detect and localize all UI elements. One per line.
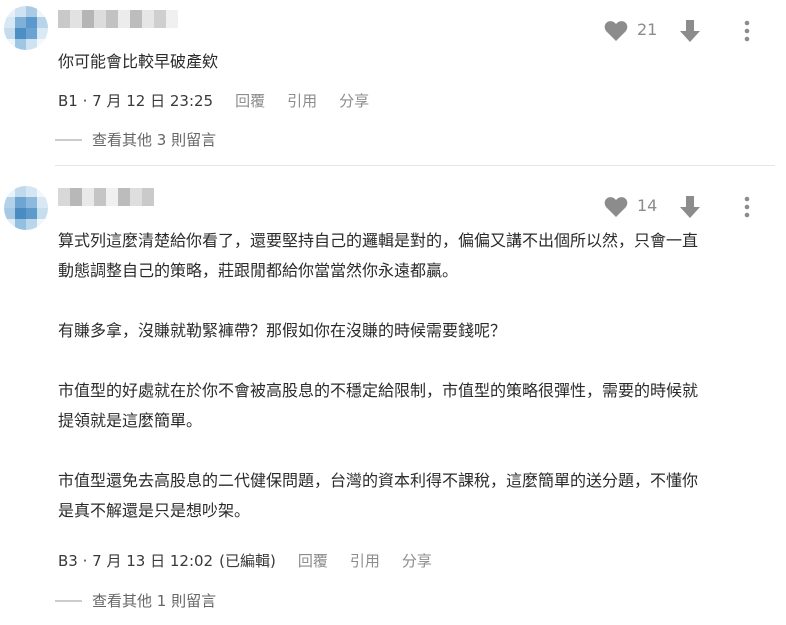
comment: 21 你可能會比較早破產欸 B1 · 7 月 12 日 23:25 回覆 引用 … xyxy=(0,0,786,165)
comment-body: 你可能會比較早破產欸 xyxy=(58,52,219,71)
quote-link[interactable]: 引用 xyxy=(350,551,380,571)
meta-separator: · xyxy=(77,552,93,570)
view-more-replies-label: 查看其他 3 則留言 xyxy=(92,131,217,149)
meta-separator: · xyxy=(77,92,93,110)
quote-link[interactable]: 引用 xyxy=(287,91,317,111)
view-more-replies-label: 查看其他 1 則留言 xyxy=(92,592,217,610)
reply-line xyxy=(55,599,82,602)
comment-date: 7 月 13 日 12:02 xyxy=(92,552,214,570)
more-vertical-icon[interactable] xyxy=(737,195,757,219)
avatar[interactable] xyxy=(4,6,48,50)
username-blurred[interactable] xyxy=(58,188,154,206)
reply-link[interactable]: 回覆 xyxy=(298,551,328,571)
downvote-arrow-icon[interactable] xyxy=(679,195,701,219)
view-more-replies[interactable]: 查看其他 3 則留言 xyxy=(55,129,216,150)
floor-number: B1 xyxy=(58,92,78,110)
heart-icon[interactable] xyxy=(604,20,628,42)
floor-number: B3 xyxy=(58,552,78,570)
share-link[interactable]: 分享 xyxy=(339,91,369,111)
avatar[interactable] xyxy=(4,186,48,230)
reply-link[interactable]: 回覆 xyxy=(235,91,265,111)
view-more-replies[interactable]: 查看其他 1 則留言 xyxy=(55,590,216,611)
comment-meta: B3 · 7 月 13 日 12:02 (已編輯) 回覆 引用 分享 xyxy=(58,551,432,571)
downvote-arrow-icon[interactable] xyxy=(679,19,701,43)
edited-label: (已編輯) xyxy=(219,552,276,570)
comment-body: 算式列這麼清楚給你看了，還要堅持自己的邏輯是對的，偏偏又講不出個所以然，只會一直… xyxy=(58,231,699,520)
comment: 14 算式列這麼清楚給你看了，還要堅持自己的邏輯是對的，偏偏又講不出個所以然，只… xyxy=(0,166,786,625)
heart-icon[interactable] xyxy=(604,196,628,218)
comment-meta: B1 · 7 月 12 日 23:25 回覆 引用 分享 xyxy=(58,91,369,111)
more-vertical-icon[interactable] xyxy=(737,19,757,43)
username-blurred[interactable] xyxy=(58,10,178,28)
like-count: 21 xyxy=(637,20,658,39)
comment-date: 7 月 12 日 23:25 xyxy=(92,92,214,110)
reply-line xyxy=(55,138,82,141)
like-count: 14 xyxy=(637,196,658,215)
share-link[interactable]: 分享 xyxy=(402,551,432,571)
